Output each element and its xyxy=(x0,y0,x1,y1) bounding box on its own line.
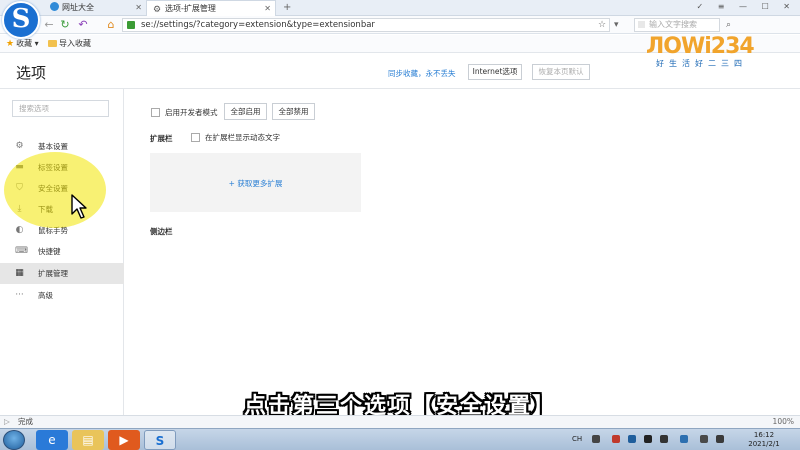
address-bar[interactable]: se://settings/?category=extension&type=e… xyxy=(122,18,610,32)
sidebar-item-download[interactable]: ⤓ 下载 xyxy=(0,199,124,220)
system-clock[interactable]: 16:12 2021/2/1 xyxy=(740,431,788,449)
tray-icon[interactable] xyxy=(660,435,668,443)
sidebar-item-shortcuts[interactable]: ⌨ 快捷键 xyxy=(0,241,124,262)
sync-link[interactable]: 同步收藏，永不丢失 xyxy=(388,68,456,79)
gear-icon: ⚙ xyxy=(15,141,24,151)
tray-icon[interactable] xyxy=(680,435,688,443)
sidebar-item-advanced[interactable]: ··· 高级 xyxy=(0,285,124,306)
gear-icon: ⚙ xyxy=(153,5,162,15)
browser-logo[interactable]: S xyxy=(2,1,40,39)
sidebar-item-mouse-gestures[interactable]: ◐ 鼠标手势 xyxy=(0,220,124,241)
developer-mode-checkbox[interactable] xyxy=(151,108,160,117)
extensions-icon: ▦ xyxy=(15,268,24,278)
watermark-slogan: 好生活好二三四 xyxy=(656,59,747,68)
download-icon: ⤓ xyxy=(17,204,22,214)
language-indicator[interactable]: CH xyxy=(572,435,582,443)
security-shield-icon xyxy=(127,21,135,29)
bookmark-star-icon[interactable]: ☆ xyxy=(598,18,606,32)
show-dynamic-text-checkbox[interactable] xyxy=(191,133,200,142)
tray-icon[interactable] xyxy=(644,435,652,443)
sogou-browser-taskbar-icon[interactable]: S xyxy=(144,430,176,450)
developer-mode-option[interactable]: 启用开发者模式 xyxy=(151,108,218,118)
back-icon[interactable]: ← xyxy=(42,18,56,32)
volume-icon[interactable] xyxy=(716,435,724,443)
mouse-cursor-icon xyxy=(71,194,87,219)
tray-icon[interactable] xyxy=(592,435,600,443)
globe-icon xyxy=(50,2,59,11)
status-bar: ▷ 完成 100% xyxy=(0,415,800,428)
url-text: se://settings/?category=extension&type=e… xyxy=(141,20,375,30)
disable-all-button[interactable]: 全部禁用 xyxy=(272,103,315,120)
sidebar-item-security[interactable]: ⛉ 安全设置 xyxy=(0,178,124,199)
more-icon: ··· xyxy=(15,290,24,300)
ie-taskbar-icon[interactable]: e xyxy=(36,430,68,450)
folder-icon xyxy=(48,40,57,47)
settings-sidebar: 搜索选项 ⚙ 基本设置 ▬ 标签设置 ⛉ 安全设置 ⤓ 下载 ◐ 鼠标手势 ⌨ 快捷键 ▦ 扩… xyxy=(0,89,124,415)
home-icon[interactable]: ⌂ xyxy=(104,18,118,32)
tab-site-directory[interactable]: 网址大全 ✕ xyxy=(44,0,146,16)
dropdown-icon[interactable]: ▾ xyxy=(614,18,619,32)
mouse-icon: ◐ xyxy=(15,225,24,235)
tray-icon[interactable] xyxy=(612,435,620,443)
tab-strip: 网址大全 ✕ ⚙ 选项-扩展管理 ✕ + ✓ ≡ — ☐ ✕ xyxy=(0,0,800,17)
extension-bar-label: 扩展栏 xyxy=(150,134,173,143)
internet-options-button[interactable]: Internet选项 xyxy=(468,64,522,80)
tab-icon: ▬ xyxy=(15,162,24,172)
tab-label: 网址大全 xyxy=(62,3,94,12)
clock-date: 2021/2/1 xyxy=(748,440,780,448)
undo-icon[interactable]: ↶ xyxy=(76,18,90,32)
sidebar-item-basic[interactable]: ⚙ 基本设置 xyxy=(0,136,124,157)
enable-all-button[interactable]: 全部启用 xyxy=(224,103,267,120)
media-player-taskbar-icon[interactable]: ▶ xyxy=(108,430,140,450)
options-search-input[interactable]: 搜索选项 xyxy=(12,100,109,117)
tray-icon[interactable] xyxy=(628,435,636,443)
windows-taskbar: e ▤ ▶ S CH 16:12 2021/2/1 xyxy=(0,428,800,450)
clock-time: 16:12 xyxy=(753,431,775,439)
search-placeholder: 输入文字搜索 xyxy=(649,20,697,29)
restore-default-button[interactable]: 恢复本页默认 xyxy=(532,64,590,80)
navigation-bar: ← ↻ ↶ ⌂ se://settings/?category=extensio… xyxy=(0,16,800,34)
page-title: 选项 xyxy=(16,64,47,82)
shield-icon: ⛉ xyxy=(16,183,23,193)
explorer-taskbar-icon[interactable]: ▤ xyxy=(72,430,104,450)
network-icon[interactable] xyxy=(700,435,708,443)
tab-options-extensions[interactable]: ⚙ 选项-扩展管理 ✕ xyxy=(146,0,276,17)
watermark-brand: ЛOWi234 xyxy=(646,34,755,59)
sidebar-toggle-icon[interactable]: ▷ xyxy=(4,416,10,428)
extension-bar-panel: + 获取更多扩展 xyxy=(150,153,361,212)
search-go-icon[interactable]: ⌕ xyxy=(726,18,731,32)
search-input[interactable]: 输入文字搜索 xyxy=(634,18,720,32)
close-tab-icon[interactable]: ✕ xyxy=(264,1,271,16)
show-dynamic-text-option[interactable]: 在扩展栏显示动态文字 xyxy=(191,133,280,143)
tab-label: 选项-扩展管理 xyxy=(165,4,216,13)
sidebar-item-tabs[interactable]: ▬ 标签设置 xyxy=(0,157,124,178)
close-tab-icon[interactable]: ✕ xyxy=(135,0,142,15)
sidebar-section-label: 侧边栏 xyxy=(150,227,173,236)
watermark-logo: ЛOWi234 好生活好二三四 xyxy=(646,34,776,74)
status-text: 完成 xyxy=(18,417,33,426)
star-icon: ★ xyxy=(6,39,15,49)
refresh-icon[interactable]: ↻ xyxy=(58,18,72,32)
start-button[interactable] xyxy=(3,430,25,450)
sidebar-item-extensions[interactable]: ▦ 扩展管理 xyxy=(0,263,124,284)
zoom-level[interactable]: 100% xyxy=(773,416,794,428)
keyboard-icon: ⌨ xyxy=(15,246,28,256)
get-more-extensions-link[interactable]: + 获取更多扩展 xyxy=(150,178,361,189)
new-tab-button[interactable]: + xyxy=(283,1,291,14)
window-controls[interactable]: ✓ ≡ — ☐ ✕ xyxy=(697,2,796,11)
import-favorites-link[interactable]: 导入收藏 xyxy=(48,35,91,53)
